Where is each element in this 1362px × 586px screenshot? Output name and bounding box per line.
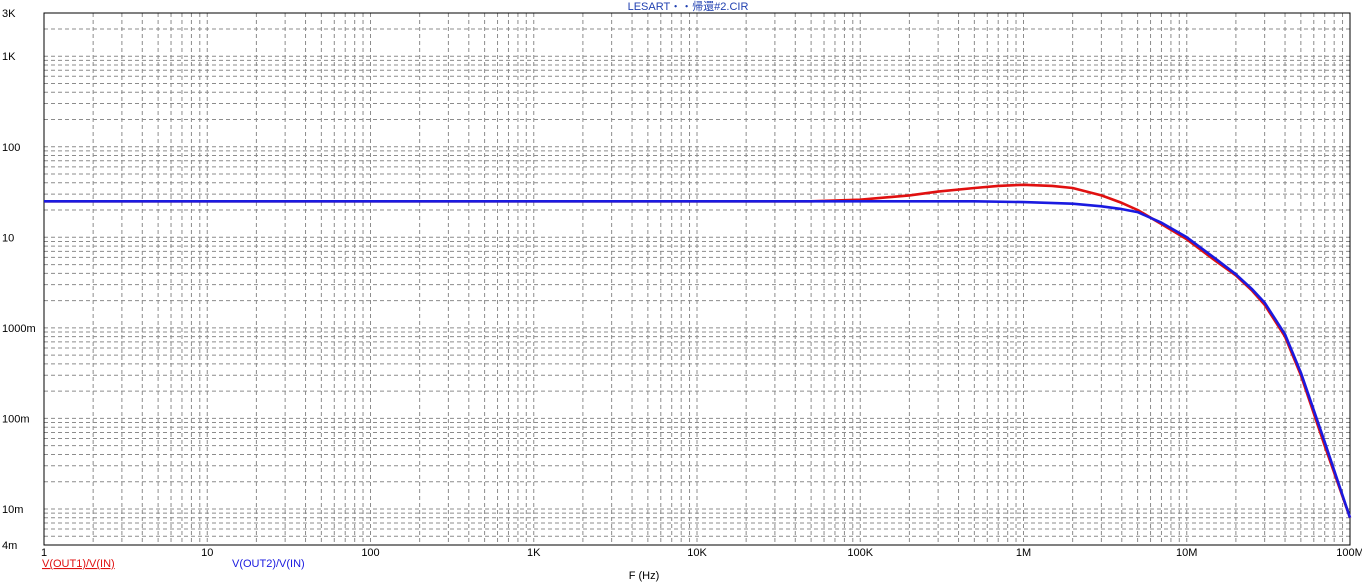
- legend-series-2[interactable]: V(OUT2)/V(IN): [232, 558, 305, 570]
- x-tick-label: 1M: [1016, 547, 1031, 559]
- x-tick-label: 100K: [847, 547, 873, 559]
- y-tick-label: 4m: [2, 540, 17, 552]
- x-tick-label: 10: [201, 547, 213, 559]
- x-axis-label: F (Hz): [629, 570, 660, 582]
- y-tick-label: 1K: [2, 51, 16, 63]
- frequency-response-chart: 1 10 100 1K 10K 100K 1M 10M 100M3K1K100101000m10…: [0, 0, 1362, 586]
- y-tick-label: 10m: [2, 504, 23, 516]
- x-tick-label: 10K: [687, 547, 707, 559]
- y-tick-label: 100m: [2, 413, 30, 425]
- x-tick-label: 100: [361, 547, 379, 559]
- x-tick-label: 10M: [1176, 547, 1197, 559]
- y-tick-label: 100: [2, 142, 20, 154]
- legend-series-1[interactable]: V(OUT1)/V(IN): [42, 558, 115, 570]
- chart-title: LESART・・帰還#2.CIR: [628, 0, 749, 13]
- x-tick-label: 100M: [1336, 547, 1362, 559]
- y-tick-label: 10: [2, 232, 14, 244]
- y-tick-label: 1000m: [2, 323, 36, 335]
- x-tick-label: 1K: [527, 547, 541, 559]
- y-tick-label: 3K: [2, 8, 16, 20]
